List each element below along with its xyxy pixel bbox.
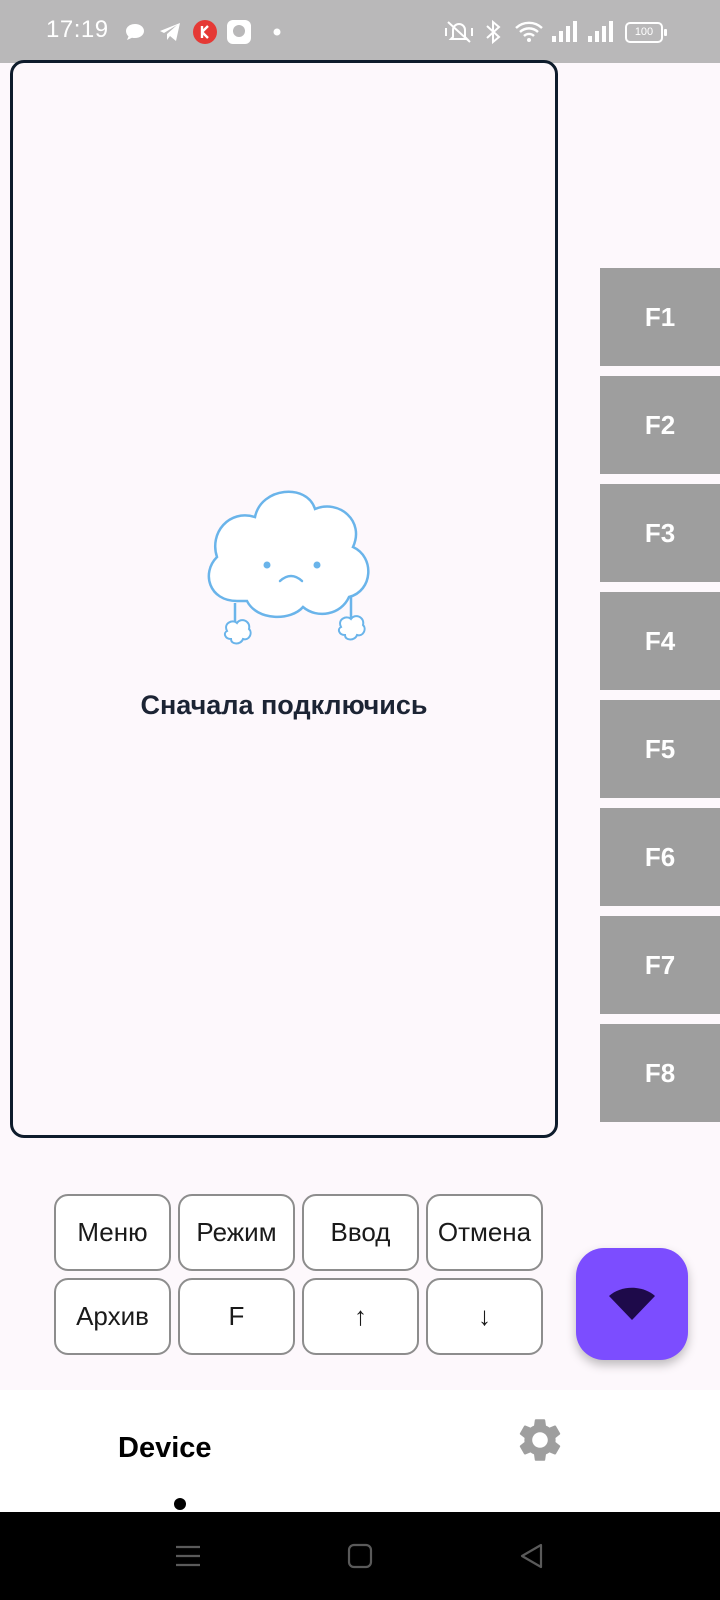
wifi-icon xyxy=(514,18,544,46)
f-button[interactable]: F xyxy=(178,1278,295,1355)
nav-item-device[interactable]: Device xyxy=(118,1432,212,1465)
f6-button[interactable]: F6 xyxy=(600,808,720,906)
connect-wifi-fab[interactable] xyxy=(576,1248,688,1360)
device-screen-panel: Сначала подключись xyxy=(10,60,558,1138)
wifi-icon xyxy=(609,1287,655,1320)
status-bar: 17:19 100 xyxy=(0,0,720,63)
gear-icon[interactable] xyxy=(514,1414,566,1466)
function-key-column: F1 F2 F3 F4 F5 F6 F7 F8 xyxy=(600,268,720,1132)
f4-button[interactable]: F4 xyxy=(600,592,720,690)
dot-icon xyxy=(272,18,282,46)
f7-button[interactable]: F7 xyxy=(600,916,720,1014)
arrow-up-button[interactable]: ↑ xyxy=(302,1278,419,1355)
back-icon[interactable] xyxy=(508,1532,556,1580)
f1-button[interactable]: F1 xyxy=(600,268,720,366)
menu-icon[interactable] xyxy=(164,1532,212,1580)
home-icon[interactable] xyxy=(336,1532,384,1580)
cancel-button[interactable]: Отмена xyxy=(426,1194,543,1271)
f5-button[interactable]: F5 xyxy=(600,700,720,798)
system-navigation-bar xyxy=(0,1512,720,1600)
menu-button[interactable]: Меню xyxy=(54,1194,171,1271)
status-time: 17:19 xyxy=(46,16,109,43)
bluetooth-icon xyxy=(484,18,502,46)
telegram-icon xyxy=(158,18,182,46)
signal-icon xyxy=(550,18,578,46)
mode-button[interactable]: Режим xyxy=(178,1194,295,1271)
f8-button[interactable]: F8 xyxy=(600,1024,720,1122)
sad-cloud-icon xyxy=(207,490,370,645)
enter-button[interactable]: Ввод xyxy=(302,1194,419,1271)
battery-icon: 100 xyxy=(625,22,667,43)
connect-first-message: Сначала подключись xyxy=(140,690,428,720)
chat-bubble-icon xyxy=(124,18,146,46)
f2-button[interactable]: F2 xyxy=(600,376,720,474)
archive-button[interactable]: Архив xyxy=(54,1278,171,1355)
active-indicator-dot xyxy=(174,1498,186,1510)
f3-button[interactable]: F3 xyxy=(600,484,720,582)
assistant-icon xyxy=(226,18,252,46)
arrow-down-button[interactable]: ↓ xyxy=(426,1278,543,1355)
bottom-navigation: Device xyxy=(0,1390,720,1512)
signal-icon xyxy=(586,18,614,46)
kaspersky-icon xyxy=(192,18,218,46)
mute-icon xyxy=(444,18,474,46)
